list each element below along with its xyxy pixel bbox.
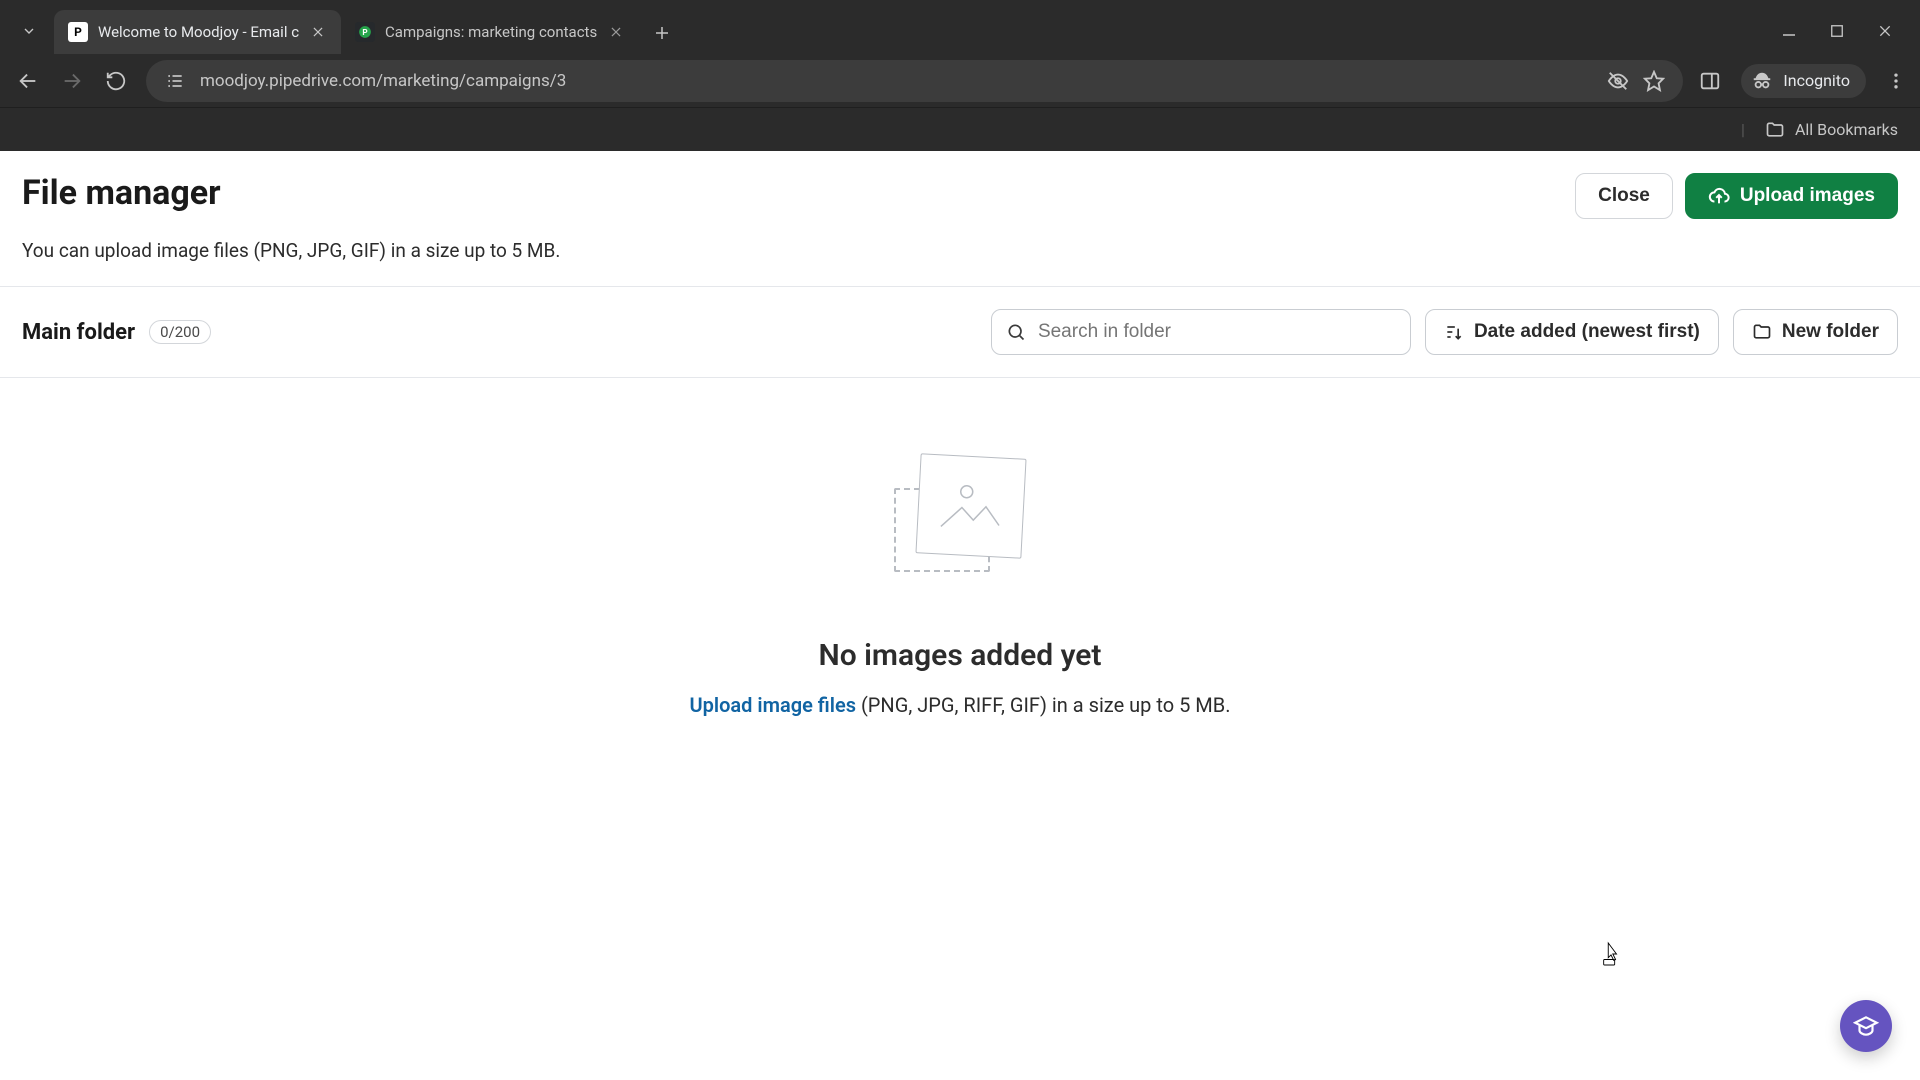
tab-active[interactable]: P Welcome to Moodjoy - Email c [54, 10, 341, 54]
folder-name: Main folder [22, 320, 135, 345]
cursor-icon [1600, 941, 1622, 967]
new-tab-button[interactable] [645, 16, 679, 50]
tab-inactive[interactable]: P Campaigns: marketing contacts [341, 10, 639, 54]
minimize-button[interactable] [1780, 22, 1798, 40]
folder-icon [1765, 120, 1785, 140]
search-input-wrapper[interactable] [991, 309, 1411, 355]
tab-strip: P Welcome to Moodjoy - Email c P Campaig… [0, 0, 1920, 54]
reload-button[interactable] [102, 67, 130, 95]
image-placeholder-icon [934, 474, 1007, 538]
incognito-label: Incognito [1783, 71, 1850, 90]
cloud-upload-icon [1708, 185, 1730, 207]
window-controls [1780, 22, 1908, 54]
close-window-button[interactable] [1876, 22, 1894, 40]
all-bookmarks-button[interactable]: All Bookmarks [1795, 120, 1898, 139]
address-bar[interactable]: moodjoy.pipedrive.com/marketing/campaign… [146, 60, 1683, 102]
page-title: File manager [22, 173, 221, 213]
close-button[interactable]: Close [1575, 173, 1673, 219]
folder-icon [1752, 322, 1772, 342]
sort-button[interactable]: Date added (newest first) [1425, 309, 1719, 355]
item-count-badge: 0/200 [149, 320, 211, 344]
tab-close-button[interactable] [607, 23, 625, 41]
bookmarks-bar: | All Bookmarks [0, 107, 1920, 151]
forward-button[interactable] [58, 67, 86, 95]
new-folder-label: New folder [1782, 321, 1879, 343]
browser-toolbar: moodjoy.pipedrive.com/marketing/campaign… [0, 54, 1920, 107]
svg-text:P: P [362, 27, 367, 37]
site-info-icon[interactable] [164, 70, 186, 92]
graduation-cap-icon [1853, 1013, 1879, 1039]
url-text: moodjoy.pipedrive.com/marketing/campaign… [200, 71, 1593, 91]
new-folder-button[interactable]: New folder [1733, 309, 1898, 355]
tab-title: Campaigns: marketing contacts [385, 23, 597, 41]
sort-label: Date added (newest first) [1474, 321, 1700, 343]
upload-link[interactable]: Upload image files [690, 693, 856, 717]
browser-menu-button[interactable] [1886, 71, 1906, 91]
empty-hint: Upload image files (PNG, JPG, RIFF, GIF)… [690, 693, 1231, 717]
page-header: File manager Close Upload images [0, 151, 1920, 239]
search-input[interactable] [1038, 321, 1396, 343]
favicon-icon: P [68, 22, 88, 42]
upload-label: Upload images [1740, 185, 1875, 207]
page-content: File manager Close Upload images You can… [0, 151, 1920, 1080]
incognito-indicator[interactable]: Incognito [1741, 64, 1866, 98]
folder-toolbar: Main folder 0/200 Date added (newest fir… [0, 287, 1920, 377]
search-tabs-button[interactable] [12, 14, 46, 48]
upload-images-button[interactable]: Upload images [1685, 173, 1898, 219]
empty-illustration [890, 448, 1030, 578]
empty-state: No images added yet Upload image files (… [0, 378, 1920, 717]
sort-icon [1444, 322, 1464, 342]
page-subtitle: You can upload image files (PNG, JPG, GI… [0, 239, 1920, 286]
search-icon [1006, 322, 1026, 342]
browser-chrome: P Welcome to Moodjoy - Email c P Campaig… [0, 0, 1920, 151]
maximize-button[interactable] [1828, 22, 1846, 40]
empty-hint-rest: (PNG, JPG, RIFF, GIF) in a size up to 5 … [856, 693, 1230, 717]
tab-title: Welcome to Moodjoy - Email c [98, 23, 299, 41]
tab-close-button[interactable] [309, 23, 327, 41]
help-fab[interactable] [1840, 1000, 1892, 1052]
eye-off-icon[interactable] [1607, 70, 1629, 92]
bookmark-star-icon[interactable] [1643, 70, 1665, 92]
empty-title: No images added yet [818, 638, 1101, 673]
side-panel-icon[interactable] [1699, 70, 1721, 92]
favicon-icon: P [355, 22, 375, 42]
back-button[interactable] [14, 67, 42, 95]
